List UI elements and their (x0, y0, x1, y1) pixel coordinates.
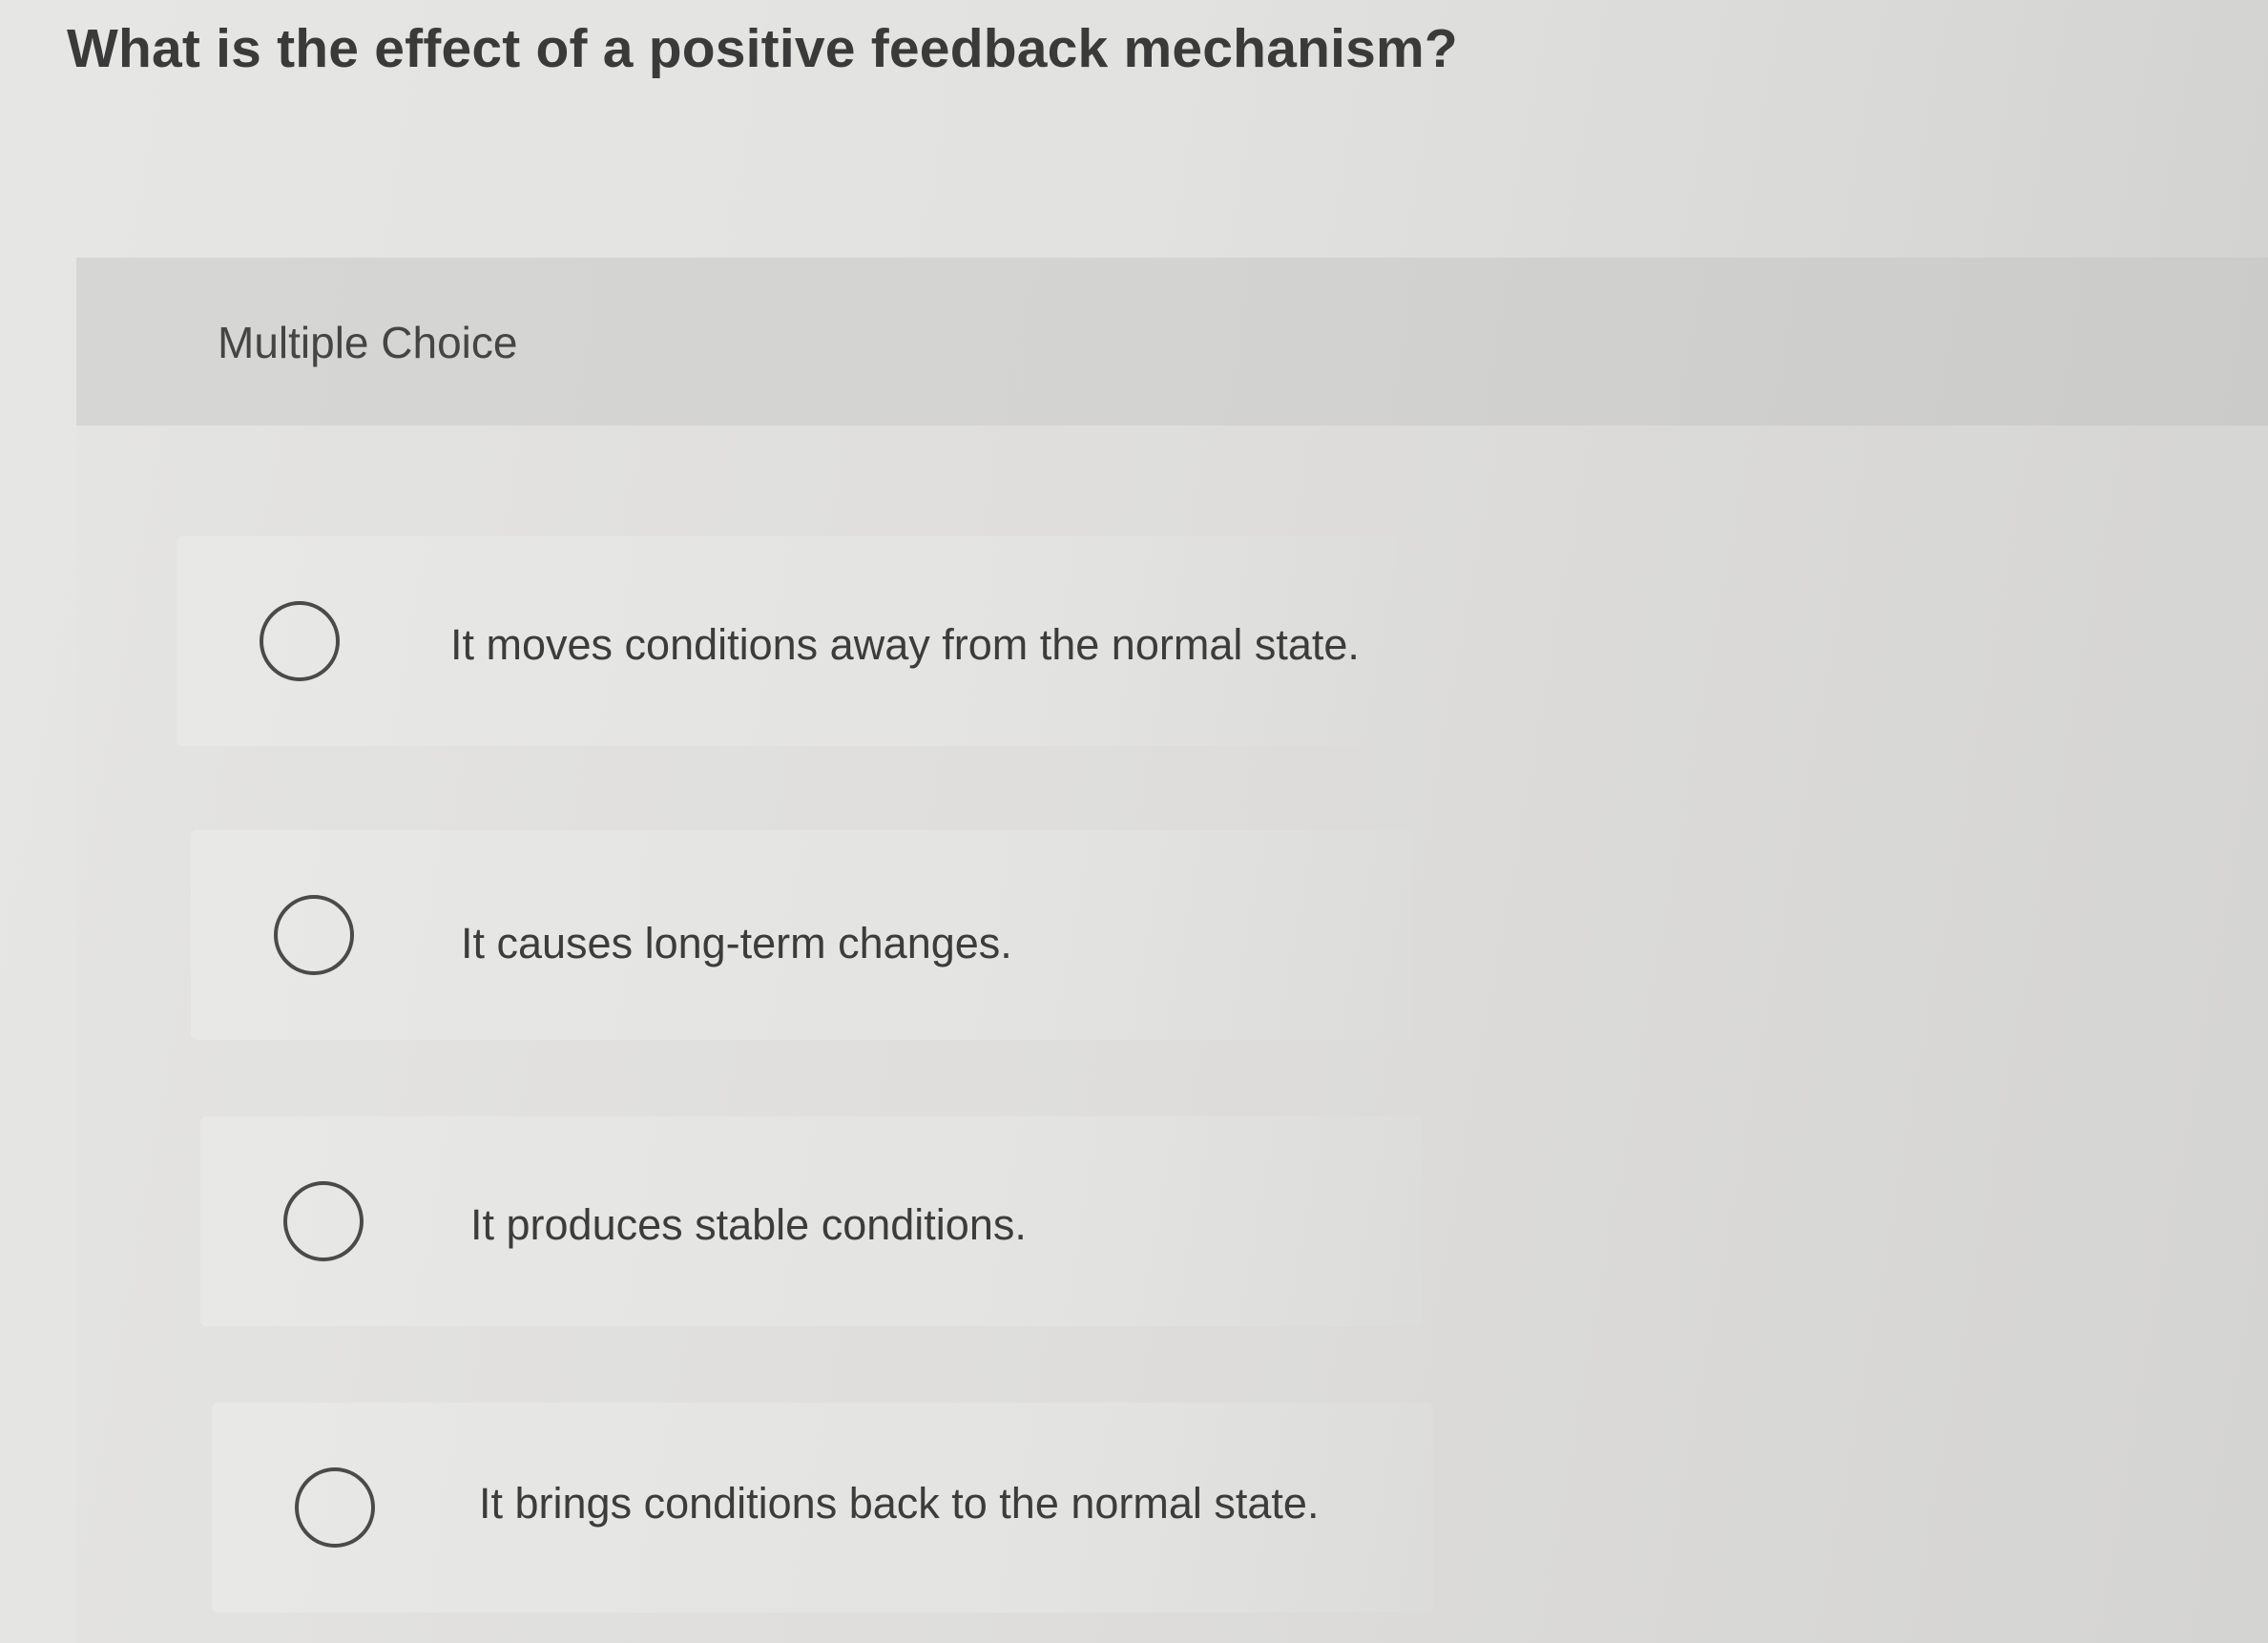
radio-button-icon[interactable] (283, 1181, 364, 1261)
choice-label: It produces stable conditions. (470, 1200, 1027, 1249)
choice-label: It causes long-term changes. (461, 919, 1012, 967)
radio-button-icon[interactable] (260, 601, 340, 681)
choice-option-1[interactable]: It moves conditions away from the normal… (177, 536, 1398, 746)
choice-label: It moves conditions away from the normal… (450, 620, 1360, 669)
choice-option-2[interactable]: It causes long-term changes. (191, 830, 1412, 1040)
radio-button-icon[interactable] (274, 895, 354, 975)
choice-option-4[interactable]: It brings conditions back to the normal … (212, 1403, 1433, 1612)
question-type-label: Multiple Choice (218, 318, 518, 367)
question-text: What is the effect of a positive feedbac… (67, 18, 1458, 79)
panel-header: Multiple Choice (76, 258, 2268, 426)
radio-button-icon[interactable] (295, 1467, 375, 1548)
choice-label: It brings conditions back to the normal … (479, 1479, 1320, 1528)
choice-option-3[interactable]: It produces stable conditions. (200, 1116, 1422, 1326)
